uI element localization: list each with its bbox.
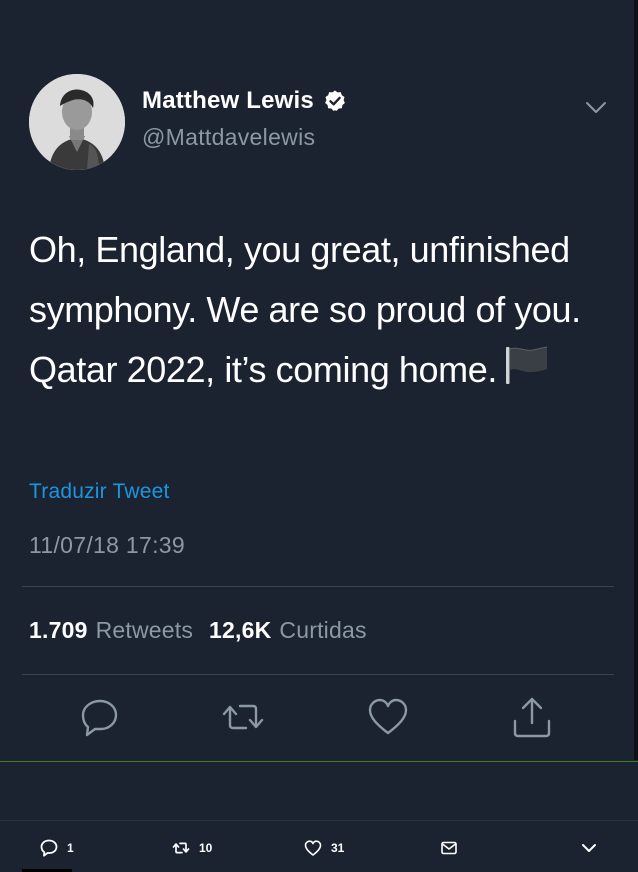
verified-badge-icon xyxy=(325,90,345,111)
bottom-action-bar: 1 10 31 xyxy=(0,820,638,872)
tweet-action-bar xyxy=(0,695,638,745)
envelope-icon xyxy=(441,841,457,855)
timestamp[interactable]: 11/07/18 17:39 xyxy=(29,532,185,559)
bottom-reply-button[interactable]: 1 xyxy=(40,839,74,857)
separator-line xyxy=(0,761,638,762)
bottom-like-count: 31 xyxy=(331,841,345,855)
likes-label: Curtidas xyxy=(279,617,367,643)
like-icon xyxy=(304,840,322,856)
bottom-like-button[interactable]: 31 xyxy=(304,839,344,857)
black-flag-icon xyxy=(505,346,548,384)
tweet-header: Matthew Lewis @Mattdavelewis xyxy=(29,74,619,172)
chevron-down-icon[interactable] xyxy=(583,94,609,120)
tweet-stats: 1.709 Retweets 12,6K Curtidas xyxy=(29,617,383,644)
likes-count: 12,6K xyxy=(209,617,272,643)
name-row: Matthew Lewis xyxy=(142,87,347,115)
retweet-icon xyxy=(172,842,190,854)
chevron-down-icon xyxy=(582,844,596,852)
divider xyxy=(22,674,614,675)
retweets-stat[interactable]: 1.709 Retweets xyxy=(29,617,193,644)
translate-tweet-link[interactable]: Traduzir Tweet xyxy=(29,480,170,504)
bottom-more-button[interactable] xyxy=(580,839,598,857)
retweet-button[interactable] xyxy=(221,695,265,739)
retweets-count: 1.709 xyxy=(29,617,88,643)
retweets-label: Retweets xyxy=(95,617,194,643)
tweet-text-body: Oh, England, you great, unfinished symph… xyxy=(29,229,581,390)
tweet-screen: Matthew Lewis @Mattdavelewis Oh, England… xyxy=(0,0,638,872)
bottom-reply-count: 1 xyxy=(67,841,74,855)
scrollbar[interactable] xyxy=(634,0,638,760)
share-icon xyxy=(513,697,551,738)
avatar[interactable] xyxy=(29,74,125,170)
bottom-retweet-count: 10 xyxy=(199,841,213,855)
tweet-text: Oh, England, you great, unfinished symph… xyxy=(29,220,619,400)
reply-button[interactable] xyxy=(78,695,122,739)
likes-stat[interactable]: 12,6K Curtidas xyxy=(209,617,367,644)
like-icon xyxy=(368,698,408,735)
retweet-icon xyxy=(222,704,264,730)
bottom-retweet-button[interactable]: 10 xyxy=(172,839,212,857)
divider xyxy=(22,586,614,587)
bottom-message-button[interactable] xyxy=(440,839,458,857)
handle[interactable]: @Mattdavelewis xyxy=(142,124,315,151)
display-name[interactable]: Matthew Lewis xyxy=(142,87,314,115)
like-button[interactable] xyxy=(366,695,410,739)
reply-icon xyxy=(81,699,118,737)
reply-icon xyxy=(40,839,58,857)
share-button[interactable] xyxy=(510,695,554,739)
